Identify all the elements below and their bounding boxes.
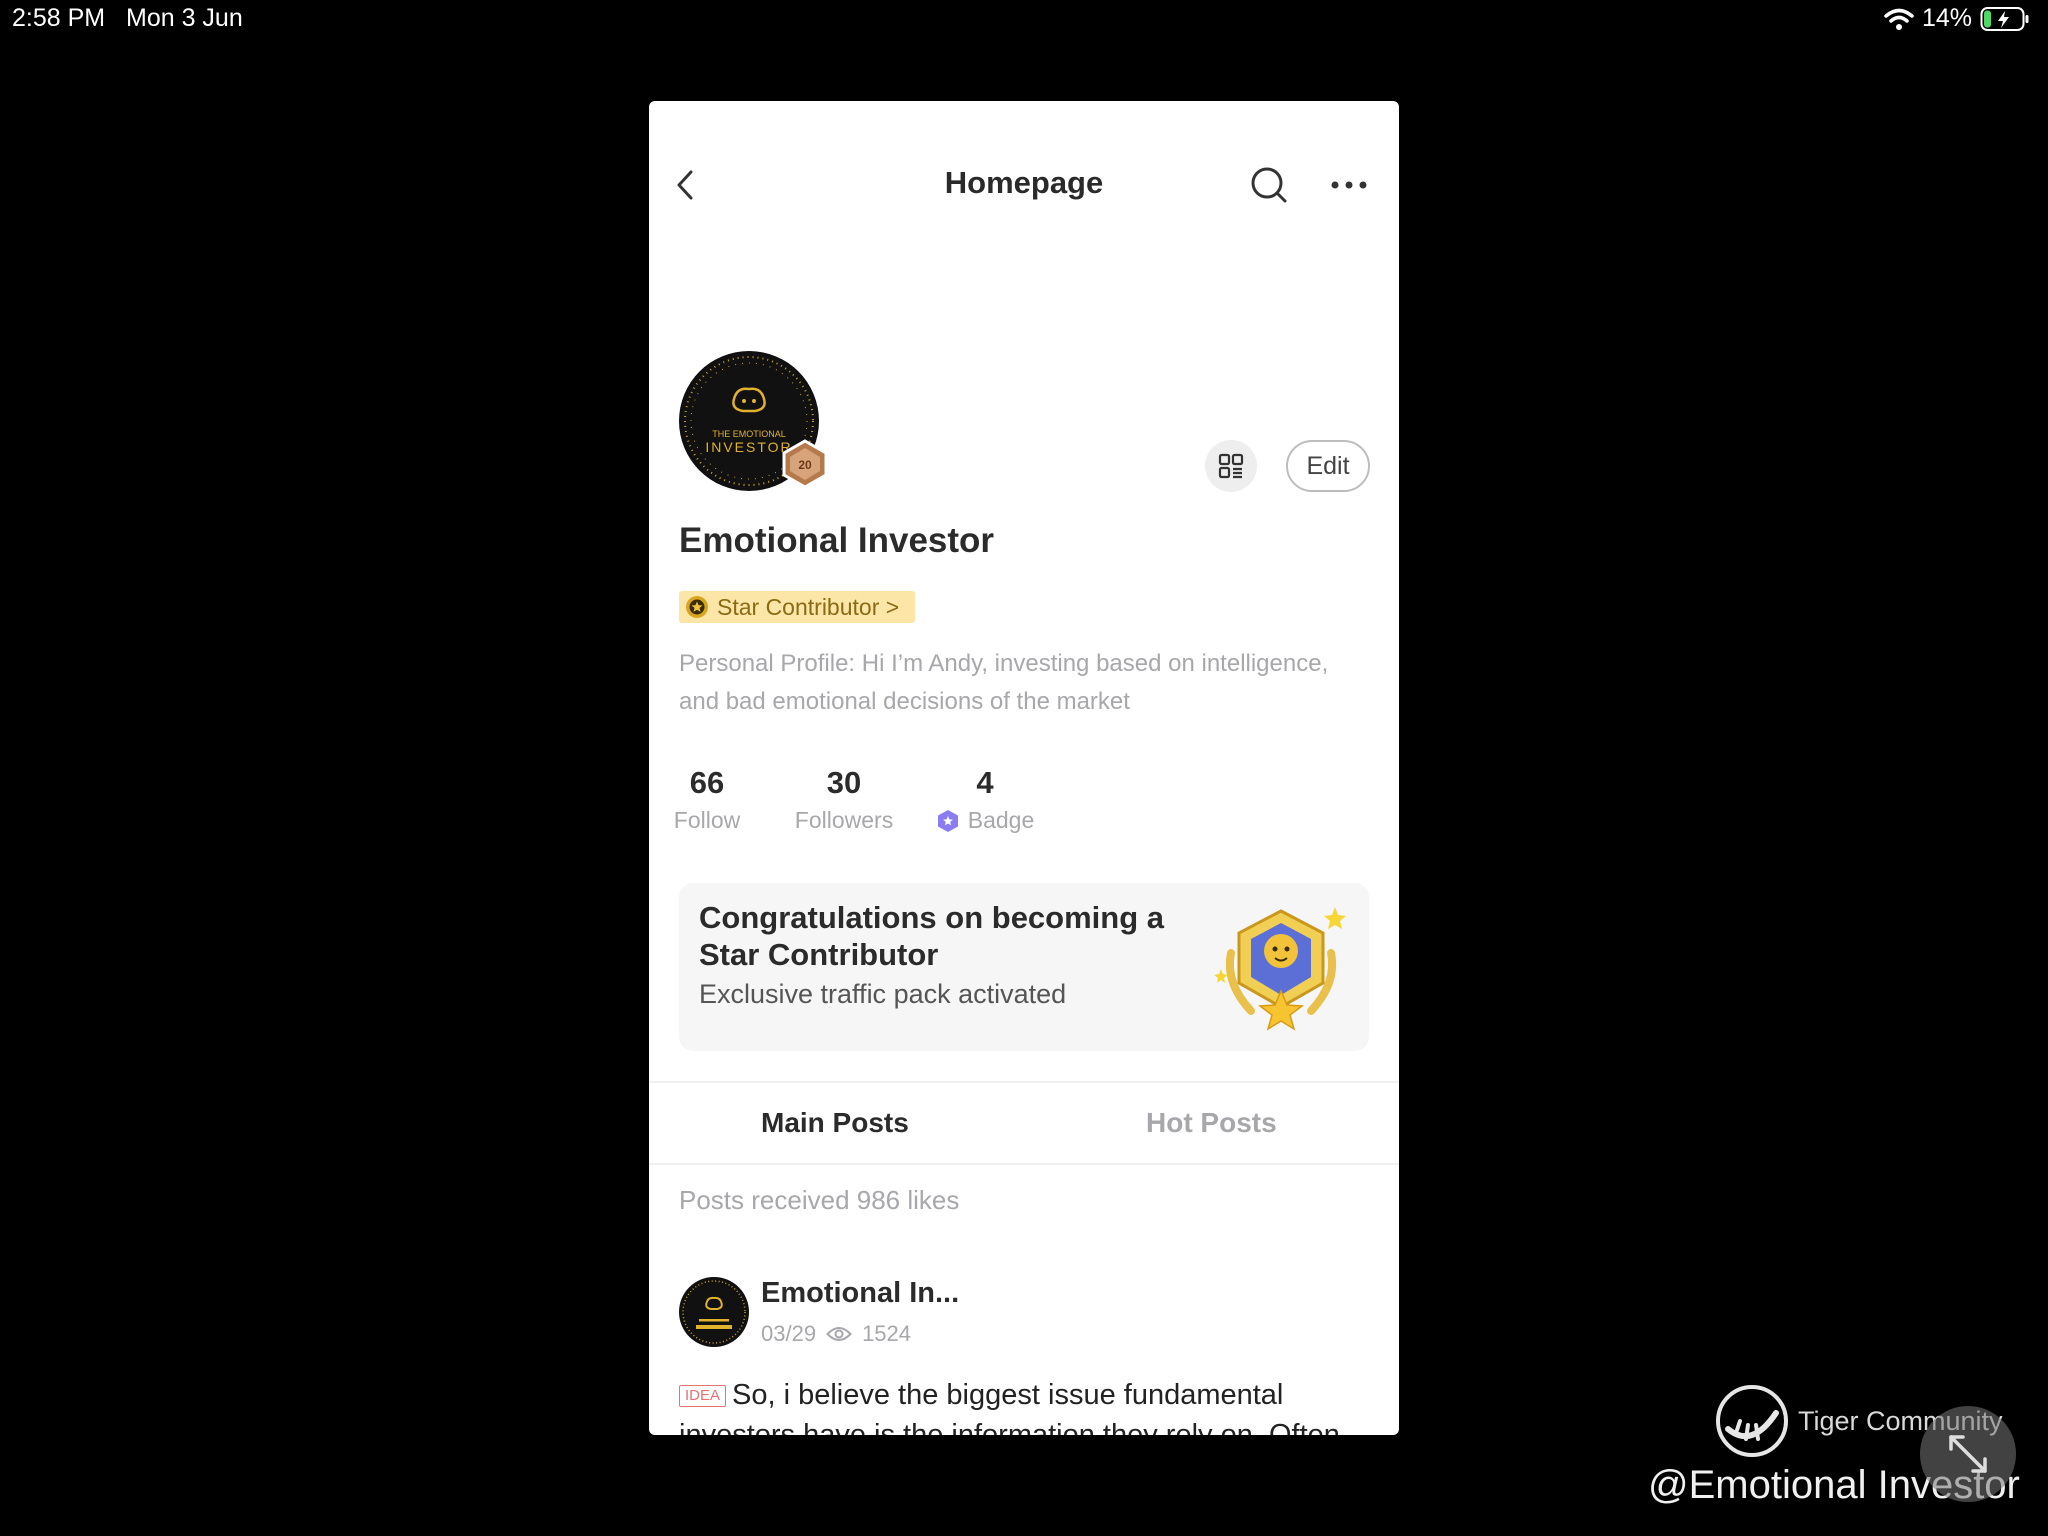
post-author-avatar[interactable] — [679, 1277, 749, 1347]
search-icon[interactable] — [1249, 165, 1289, 205]
expand-button[interactable] — [1920, 1406, 2016, 1502]
profile-bio: Personal Profile: Hi I’m Andy, investing… — [679, 650, 1329, 715]
stat-followers[interactable]: 30 Followers — [791, 765, 897, 834]
followers-count: 30 — [826, 765, 862, 800]
posts-tabs: Main Posts Hot Posts — [649, 1081, 1399, 1165]
badge-hexagon-icon — [937, 809, 958, 832]
tab-main-posts[interactable]: Main Posts — [761, 1083, 909, 1163]
congrats-subtitle: Exclusive traffic pack activated — [699, 979, 1067, 1009]
post-body[interactable]: IDEA So, i believe the biggest issue fund… — [679, 1375, 1379, 1435]
badge-count: 4 — [976, 765, 994, 800]
qr-code-button[interactable] — [1205, 440, 1257, 492]
profile-panel: Homepage THE EMOTIONAL INVESTOR 20 Edit … — [649, 101, 1399, 1435]
battery-percent: 14% — [1921, 4, 1972, 32]
follow-label: Follow — [673, 807, 741, 833]
battery-charging-icon — [1980, 6, 2029, 31]
status-right: 14% — [1884, 4, 2030, 33]
post-avatar-logo-icon — [680, 1278, 748, 1346]
post-date: 03/29 — [761, 1321, 817, 1346]
post-views: 1524 — [862, 1321, 912, 1346]
likes-summary: Posts received 986 likes — [679, 1185, 960, 1215]
wifi-icon — [1884, 8, 1914, 30]
post-text: So, i believe the biggest issue fundamen… — [679, 1379, 1340, 1435]
star-contributor-card[interactable]: Congratulations on becoming a Star Contr… — [679, 883, 1369, 1051]
tab-hot-posts[interactable]: Hot Posts — [1146, 1083, 1277, 1163]
more-options-icon[interactable] — [1329, 173, 1369, 197]
idea-tag: IDEA — [679, 1385, 727, 1407]
star-contributor-label: Star Contributor > — [717, 593, 900, 620]
level-badge-icon: 20 — [782, 439, 828, 489]
user-name: Emotional Investor — [679, 521, 995, 560]
post-meta: 03/29 1524 — [761, 1321, 911, 1347]
badge-label: Badge — [967, 807, 1035, 833]
svg-text:THE EMOTIONAL: THE EMOTIONAL — [712, 429, 786, 439]
status-bar: 2:58 PM Mon 3 Jun 14% — [0, 0, 2048, 40]
tiger-community-logo-icon — [1716, 1385, 1788, 1457]
star-medal-icon — [686, 596, 708, 618]
congrats-title: Congratulations on becoming a Star Contr… — [699, 900, 1165, 972]
stat-badge[interactable]: 4 Badge — [933, 765, 1037, 834]
followers-label: Followers — [794, 807, 894, 833]
follow-count: 66 — [689, 765, 725, 800]
qr-code-icon — [1218, 453, 1244, 479]
star-contributor-tag[interactable]: Star Contributor > — [679, 591, 916, 623]
edit-profile-button[interactable]: Edit — [1286, 440, 1370, 492]
stat-follow[interactable]: 66 Follow — [674, 765, 740, 834]
status-date: Mon 3 Jun — [126, 4, 243, 32]
svg-text:20: 20 — [798, 458, 812, 472]
post-author-name[interactable]: Emotional In... — [761, 1277, 959, 1310]
status-time: 2:58 PM — [12, 4, 106, 32]
trophy-medal-icon — [1214, 907, 1346, 1031]
eye-icon — [826, 1327, 852, 1341]
expand-arrows-icon — [1949, 1435, 1987, 1473]
